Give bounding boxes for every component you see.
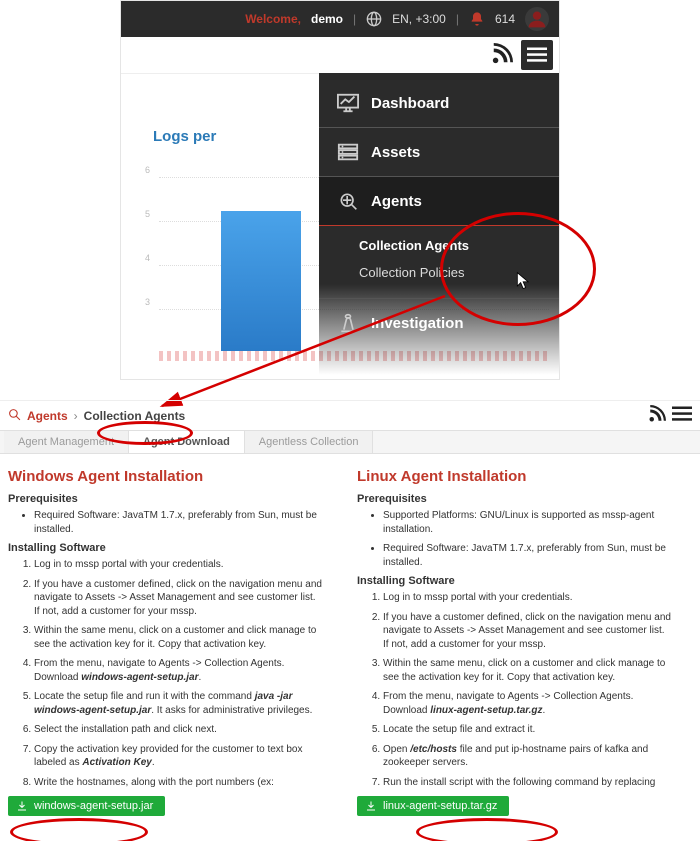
windows-scroll[interactable]: Windows Agent Installation Prerequisites… (8, 464, 343, 790)
list-item: From the menu, navigate to Agents -> Col… (383, 690, 672, 717)
annotation-oval-windows-dl (10, 818, 148, 841)
linux-scroll[interactable]: Linux Agent Installation Prerequisites S… (357, 464, 692, 790)
rss-icon[interactable] (491, 43, 513, 68)
avatar-icon[interactable] (525, 7, 549, 31)
hamburger-icon[interactable] (521, 40, 553, 70)
list-item: Required Software: JavaTM 1.7.x, prefera… (383, 542, 672, 569)
menu-dashboard[interactable]: Dashboard (319, 79, 559, 128)
linux-download-button[interactable]: linux-agent-setup.tar.gz (357, 796, 509, 816)
windows-column: Windows Agent Installation Prerequisites… (8, 464, 343, 816)
list-item: Locate the setup file and extract it. (383, 723, 672, 737)
windows-steps: Log in to mssp portal with your credenti… (8, 558, 323, 790)
list-item: Run the install script with the followin… (383, 776, 672, 791)
locale-label[interactable]: EN, +3:00 (392, 12, 446, 26)
list-item: From the menu, navigate to Agents -> Col… (34, 657, 323, 684)
windows-download-button[interactable]: windows-agent-setup.jar (8, 796, 165, 816)
list-item: Copy the activation key provided for the… (34, 743, 323, 770)
list-item: Open /etc/hosts file and put ip-hostname… (383, 743, 672, 770)
globe-icon[interactable] (366, 11, 382, 27)
breadcrumb-root[interactable]: Agents (27, 409, 68, 423)
app-header: Welcome, demo | EN, +3:00 | 614 (121, 1, 559, 37)
list-item: Within the same menu, click on a custome… (383, 657, 672, 684)
bottom-panel: Agents › Collection Agents Agent Managem… (0, 400, 700, 841)
list-item: Required Software: JavaTM 1.7.x, prefera… (34, 509, 323, 536)
list-item: Select the installation path and click n… (34, 723, 323, 737)
menu-assets-label: Assets (371, 144, 420, 161)
linux-install-heading: Installing Software (357, 575, 672, 587)
windows-prereq-list: Required Software: JavaTM 1.7.x, prefera… (8, 509, 323, 536)
annotation-oval-tab (97, 421, 193, 445)
list-item: Within the same menu, click on a custome… (34, 624, 323, 651)
search-icon[interactable] (8, 408, 21, 424)
linux-steps: Log in to mssp portal with your credenti… (357, 591, 672, 790)
linux-title: Linux Agent Installation (357, 468, 672, 485)
linux-column: Linux Agent Installation Prerequisites S… (357, 464, 692, 816)
chevron-icon: › (74, 409, 78, 423)
list-item: Log in to mssp portal with your credenti… (383, 591, 672, 605)
menu-assets[interactable]: Assets (319, 128, 559, 177)
windows-install-heading: Installing Software (8, 542, 323, 554)
menu-agents-label: Agents (371, 193, 422, 210)
menu-dashboard-label: Dashboard (371, 95, 449, 112)
windows-download-label: windows-agent-setup.jar (34, 800, 153, 812)
username: demo (311, 12, 343, 26)
linux-download-label: linux-agent-setup.tar.gz (383, 800, 497, 812)
list-item: Supported Platforms: GNU/Linux is suppor… (383, 509, 672, 536)
bell-icon[interactable] (469, 11, 485, 27)
rss-icon[interactable] (648, 405, 666, 426)
sub-bar (121, 37, 559, 74)
list-item: Write the hostnames, along with the port… (34, 776, 323, 791)
hamburger-icon[interactable] (672, 406, 692, 425)
chart-title: Logs per (153, 128, 216, 145)
annotation-oval-linux-dl (416, 818, 558, 841)
list-item: Locate the setup file and run it with th… (34, 690, 323, 717)
alert-count[interactable]: 614 (495, 12, 515, 26)
list-item: If you have a customer defined, click on… (34, 578, 323, 619)
list-item: Log in to mssp portal with your credenti… (34, 558, 323, 572)
windows-title: Windows Agent Installation (8, 468, 323, 485)
windows-prereq-heading: Prerequisites (8, 493, 323, 505)
tab-agentless-collection[interactable]: Agentless Collection (245, 431, 374, 453)
list-item: If you have a customer defined, click on… (383, 611, 672, 652)
welcome-label: Welcome, (245, 12, 301, 26)
linux-prereq-heading: Prerequisites (357, 493, 672, 505)
linux-prereq-list: Supported Platforms: GNU/Linux is suppor… (357, 509, 672, 569)
